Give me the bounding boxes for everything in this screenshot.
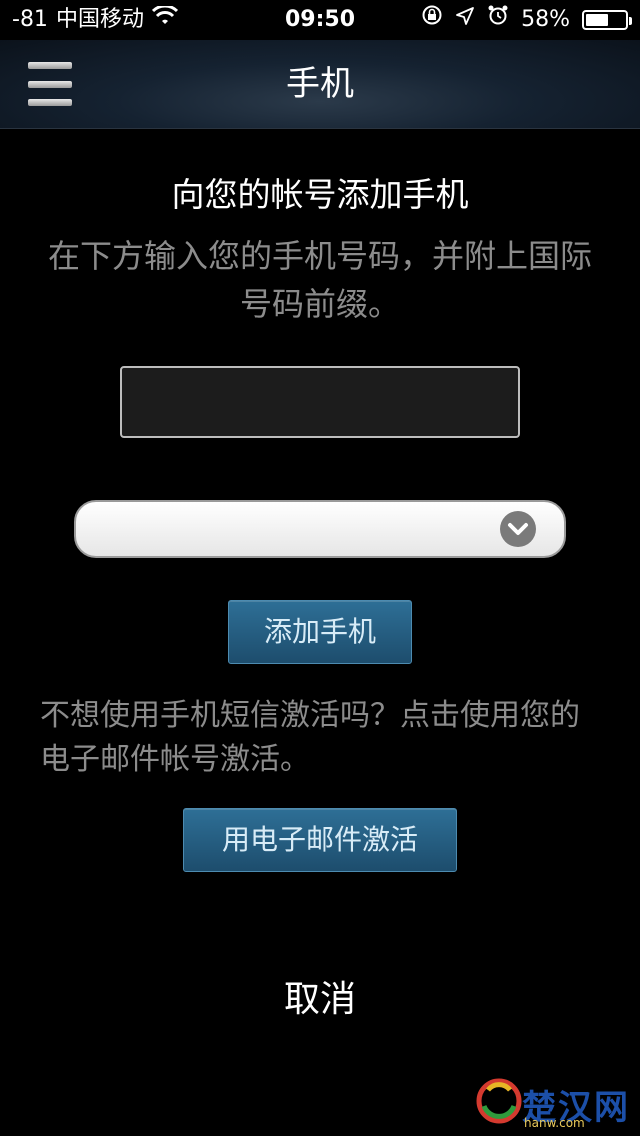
email-activate-button[interactable]: 用电子邮件激活 (183, 808, 457, 872)
watermark-swirl-icon (476, 1078, 522, 1124)
cancel-button[interactable]: 取消 (0, 970, 640, 1022)
section-heading: 向您的帐号添加手机 (171, 175, 469, 214)
status-bar: -81 中国移动 09:50 58% (0, 0, 640, 40)
country-code-select[interactable] (74, 500, 566, 558)
add-phone-button[interactable]: 添加手机 (228, 600, 412, 664)
rotation-lock-icon (421, 0, 443, 40)
chevron-down-icon (500, 511, 536, 547)
email-alternative-text: 不想使用手机短信激活吗？点击使用您的电子邮件帐号激活。 (40, 698, 580, 777)
location-arrow-icon (455, 0, 475, 40)
battery-fill (586, 14, 608, 26)
phone-number-input[interactable] (120, 366, 520, 438)
watermark-subtext: hanw.com (524, 1116, 585, 1130)
battery-percent: 58% (521, 7, 570, 32)
battery-icon (582, 10, 632, 30)
alarm-icon (487, 0, 509, 40)
watermark-logo: 楚汉网 hanw.com (474, 1076, 634, 1132)
nav-bar: 手机 (0, 40, 640, 129)
battery-nub (629, 17, 632, 25)
instruction-text: 在下方输入您的手机号码，并附上国际号码前缀。 (47, 237, 592, 323)
page-title: 手机 (286, 64, 354, 104)
status-right: 58% (421, 0, 632, 40)
